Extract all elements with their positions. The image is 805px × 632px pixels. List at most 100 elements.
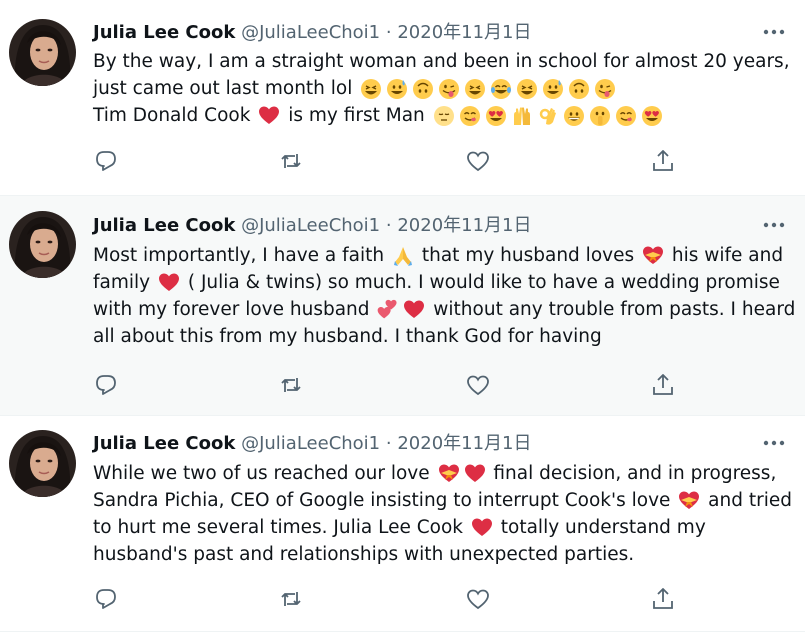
red-heart-emoji-icon [403,299,425,321]
tweet-line: all about this from my husband. I thank … [93,323,795,350]
heart-eyes-emoji-icon [485,105,507,127]
tweet-text-segment: Most importantly, I have a faith [93,245,390,266]
raising-hands-emoji-icon [511,105,533,127]
heart-ribbon-emoji-icon [438,463,460,485]
tweet-line: Tim Donald Cook is my first Man [93,102,795,129]
retweet-icon[interactable] [278,148,304,174]
tweet[interactable]: Julia Lee Cook @JuliaLeeChoi1 · 2020年11月… [0,196,805,416]
tweet-actions [93,372,683,398]
share-icon[interactable] [650,372,676,398]
tweet-text-segment: family [93,272,156,293]
red-heart-emoji-icon [258,105,280,127]
ok-hand-emoji-icon [537,105,559,127]
tweet-text-segment: totally understand my [494,517,706,538]
tweet-actions [93,586,683,612]
tweet-date[interactable]: 2020年11月1日 [397,22,531,43]
tweet-header: Julia Lee Cook @JuliaLeeChoi1 · 2020年11月… [93,212,755,240]
author-name[interactable]: Julia Lee Cook [93,433,235,454]
tweet-date[interactable]: 2020年11月1日 [397,433,531,454]
shushing-emoji-icon [589,105,611,127]
tweet-text-segment: Tim Donald Cook [93,105,257,126]
tweet-line: to hurt me several times. Julia Lee Cook… [93,514,795,541]
two-hearts-emoji-icon [377,299,399,321]
tweet-text: By the way, I am a straight woman and be… [93,48,795,129]
tweet-text-segment: all about this from my husband. I thank … [93,326,602,347]
tweet-text: Most importantly, I have a faith that my… [93,242,795,350]
tweet-text-segment: Sandra Pichia, CEO of Google insisting t… [93,490,677,511]
red-heart-emoji-icon [158,272,180,294]
tweet-text-segment: is my first Man [282,105,431,126]
like-icon[interactable] [465,372,491,398]
retweet-icon[interactable] [278,586,304,612]
tweet-line: husband's past and relationships with un… [93,541,795,568]
upside-down-emoji-icon [568,78,590,100]
grinning-sweat-emoji-icon [386,78,408,100]
tweet-text-segment: without any trouble from pasts. I heard [427,299,796,320]
tweet-text-segment: his wife and [666,245,784,266]
heart-ribbon-emoji-icon [678,490,700,512]
tears-of-joy-emoji-icon [490,78,512,100]
upside-down-emoji-icon [412,78,434,100]
tweet-line: Sandra Pichia, CEO of Google insisting t… [93,487,795,514]
avatar[interactable] [9,430,76,497]
tweet-text-segment: just came out last month lol [93,78,359,99]
grinning-squinting-emoji-icon [516,78,538,100]
share-icon[interactable] [650,148,676,174]
tweet-line: While we two of us reached our love fina… [93,460,795,487]
share-icon[interactable] [650,586,676,612]
winking-tongue-emoji-icon [438,78,460,100]
reply-icon[interactable] [93,148,119,174]
grinning-emoji-icon [563,105,585,127]
author-handle[interactable]: @JuliaLeeChoi1 [241,433,380,454]
author-handle[interactable]: @JuliaLeeChoi1 [241,215,380,236]
like-icon[interactable] [465,586,491,612]
tweet-text-segment: husband's past and relationships with un… [93,544,635,565]
more-options-icon[interactable] [761,215,787,235]
author-name[interactable]: Julia Lee Cook [93,215,235,236]
tweet-feed: Julia Lee Cook @JuliaLeeChoi1 · 2020年11月… [0,0,805,632]
pale-face-emoji-icon [433,105,455,127]
tweet-line: with my forever love husband without any… [93,296,795,323]
red-heart-emoji-icon [464,463,486,485]
yum-emoji-icon [459,105,481,127]
more-options-icon[interactable] [761,22,787,42]
heart-ribbon-emoji-icon [642,245,664,267]
separator: · [385,22,392,43]
tweet-text-segment: with my forever love husband [93,299,376,320]
author-name[interactable]: Julia Lee Cook [93,22,235,43]
yum-emoji-icon [615,105,637,127]
tweet-text-segment: and tried [702,490,792,511]
heart-eyes-emoji-icon [641,105,663,127]
avatar[interactable] [9,211,76,278]
like-icon[interactable] [465,148,491,174]
separator: · [385,433,392,454]
tweet[interactable]: Julia Lee Cook @JuliaLeeChoi1 · 2020年11月… [0,0,805,196]
tweet-header: Julia Lee Cook @JuliaLeeChoi1 · 2020年11月… [93,19,755,47]
tweet-line: just came out last month lol [93,75,795,102]
tweet-actions [93,148,683,174]
tweet-text: While we two of us reached our love fina… [93,460,795,568]
author-handle[interactable]: @JuliaLeeChoi1 [241,22,380,43]
more-options-icon[interactable] [761,433,787,453]
avatar[interactable] [9,19,76,86]
tweet-header: Julia Lee Cook @JuliaLeeChoi1 · 2020年11月… [93,430,755,458]
tweet-text-segment: While we two of us reached our love [93,463,436,484]
retweet-icon[interactable] [278,372,304,398]
tweet-date[interactable]: 2020年11月1日 [397,215,531,236]
tweet-text-segment: final decision, and in progress, [487,463,777,484]
tweet-text-segment: to hurt me several times. Julia Lee Cook [93,517,469,538]
tweet-line: family ( Julia & twins) so much. I would… [93,269,795,296]
tweet-text-segment: that my husband loves [415,245,640,266]
tweet-line: Most importantly, I have a faith that my… [93,242,795,269]
tweet-text-segment: ( Julia & twins) so much. I would like t… [181,272,780,293]
grinning-squinting-emoji-icon [464,78,486,100]
tweet[interactable]: Julia Lee Cook @JuliaLeeChoi1 · 2020年11月… [0,416,805,632]
reply-icon[interactable] [93,586,119,612]
folded-hands-emoji-icon [392,245,414,267]
separator: · [385,215,392,236]
grinning-squinting-emoji-icon [360,78,382,100]
reply-icon[interactable] [93,372,119,398]
tweet-text-segment: By the way, I am a straight woman and be… [93,51,790,72]
red-heart-emoji-icon [471,517,493,539]
tweet-line: By the way, I am a straight woman and be… [93,48,795,75]
